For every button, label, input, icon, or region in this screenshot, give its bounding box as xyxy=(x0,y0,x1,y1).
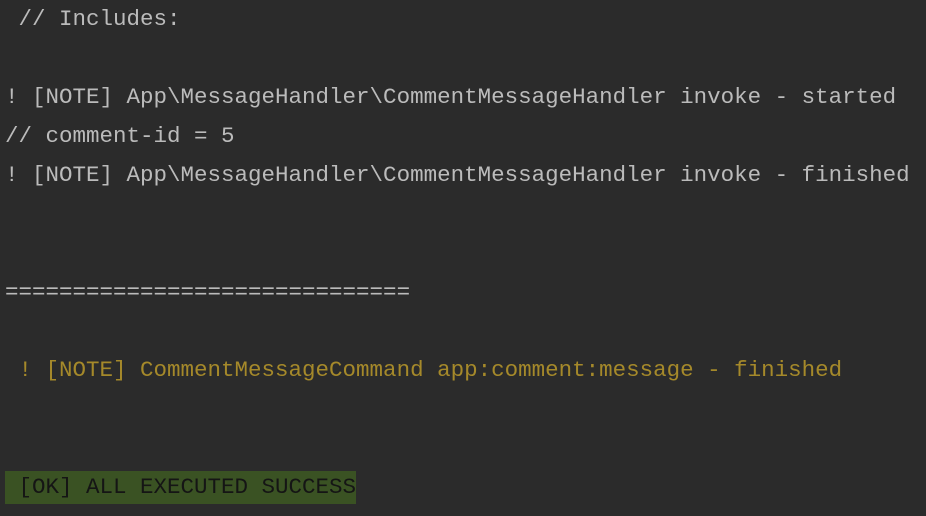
terminal-line-comment-id: // comment-id = 5 xyxy=(5,123,235,149)
terminal-line-includes: // Includes: xyxy=(5,6,181,32)
terminal-separator: ============================== xyxy=(5,279,411,305)
terminal-line-note-finished: ! [NOTE] App\MessageHandler\CommentMessa… xyxy=(5,162,910,188)
success-banner: [OK] ALL EXECUTED SUCCESS xyxy=(5,471,357,504)
success-line: [OK] ALL EXECUTED SUCCESS xyxy=(5,468,910,507)
terminal-output: // Includes: ! [NOTE] App\MessageHandler… xyxy=(5,0,910,507)
terminal-line-command-finished: ! [NOTE] CommentMessageCommand app:comme… xyxy=(5,357,843,383)
terminal-line-note-started: ! [NOTE] App\MessageHandler\CommentMessa… xyxy=(5,84,897,110)
